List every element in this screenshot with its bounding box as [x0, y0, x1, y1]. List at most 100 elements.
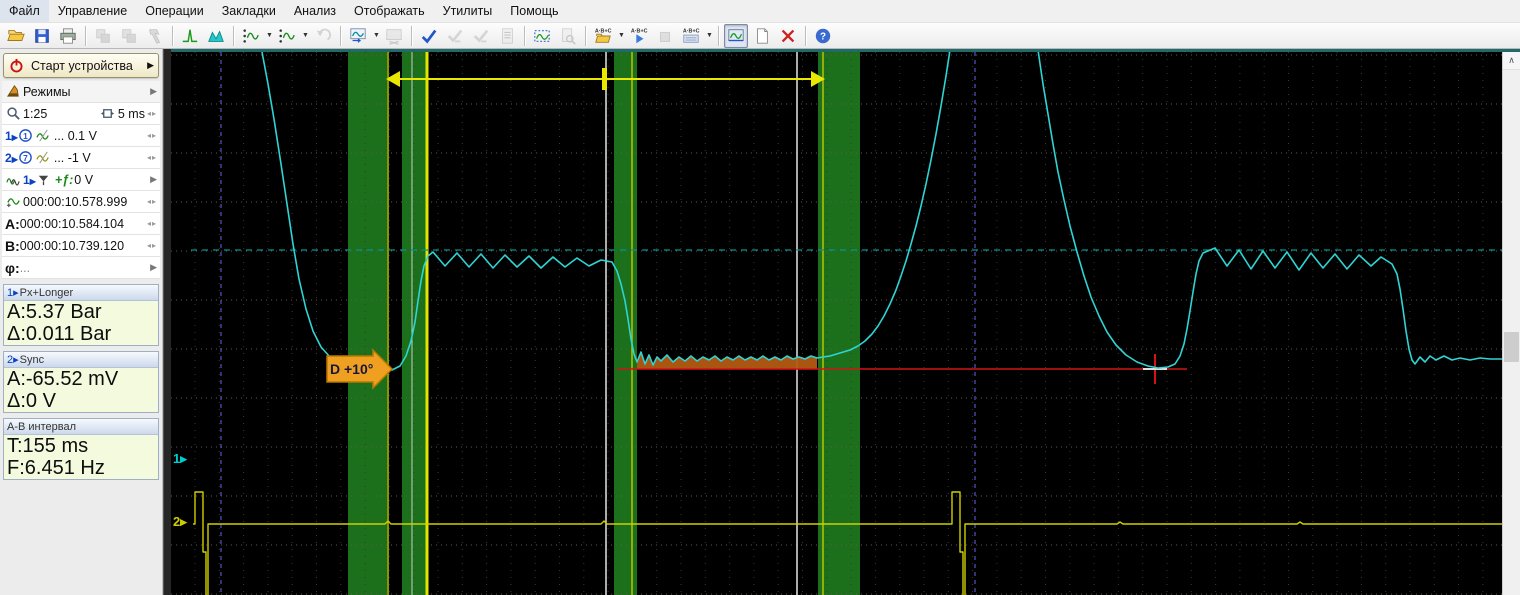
wave-compare-icon-dropdown[interactable]: ▼: [301, 32, 310, 39]
menu-help[interactable]: Помощь: [501, 0, 567, 22]
panel1-value-a: A:5.37 Bar: [7, 301, 102, 323]
phase-row[interactable]: φ: ... ▶: [2, 257, 160, 279]
modes-row[interactable]: Режимы ▶: [2, 81, 160, 103]
toolbar-separator: [85, 25, 86, 46]
measure-panel-pressure: 1▸ Px+Longer A:5.37 Bar Δ:0.011 Bar: [3, 284, 159, 346]
impulse-icon[interactable]: [178, 24, 202, 48]
cursor-b-row[interactable]: B: 000:00:10.739.120 ◂▸: [2, 235, 160, 257]
toolbar-separator: [411, 25, 412, 46]
record-time-row[interactable]: 000:00:10.578.999 ◂▸: [2, 191, 160, 213]
measure-panel-interval: A-B интервал T:155 ms F:6.451 Hz: [3, 418, 159, 480]
apply-icon[interactable]: [417, 24, 441, 48]
start-device-button[interactable]: Старт устройства ▶: [3, 53, 159, 78]
measure-panel-interval-header[interactable]: A-B интервал: [4, 419, 158, 435]
modes-icon: [5, 84, 21, 100]
scale-row[interactable]: 1:25 5 ms ◂▸: [2, 103, 160, 125]
pressure-trace: [1037, 52, 1502, 369]
panel2-value-a: A:-65.52 mV: [7, 368, 119, 390]
toolbar-separator: [585, 25, 586, 46]
svg-text:A·B+C: A·B+C: [631, 28, 648, 34]
phase-value: ...: [19, 260, 31, 275]
record-time-value[interactable]: 000:00:10.578.999: [23, 195, 127, 209]
inspect-icon[interactable]: [556, 24, 580, 48]
trigger-level-prefix: +ƒ:: [54, 172, 74, 187]
report-icon[interactable]: [495, 24, 519, 48]
chart-swap-icon[interactable]: [346, 24, 370, 48]
menu-control[interactable]: Управление: [49, 0, 137, 22]
menu-utilities[interactable]: Утилиты: [434, 0, 502, 22]
delete-icon[interactable]: [776, 24, 800, 48]
copy-frame-icon[interactable]: [91, 24, 115, 48]
toolbar-separator: [718, 25, 719, 46]
channel2-range-value[interactable]: ... -1 V: [54, 151, 91, 165]
channel2-number: 2▶: [5, 150, 18, 165]
toolbar-separator: [340, 25, 341, 46]
trigger-level-value[interactable]: 0 V: [74, 173, 93, 187]
start-device-label: Старт устройства: [31, 58, 133, 73]
menu-display[interactable]: Отображать: [345, 0, 434, 22]
cursor-b-stepper[interactable]: ◂▸: [147, 241, 157, 250]
menu-operations[interactable]: Операции: [136, 0, 212, 22]
wave-compare-icon[interactable]: [275, 24, 299, 48]
undo-icon[interactable]: [311, 24, 335, 48]
panel2-title: Sync: [19, 353, 45, 366]
menu-analysis[interactable]: Анализ: [285, 0, 345, 22]
open-icon[interactable]: [4, 24, 28, 48]
scroll-up-icon[interactable]: ∧: [1503, 52, 1520, 70]
show-chart-icon[interactable]: [724, 23, 748, 48]
cursor-a-stepper[interactable]: ◂▸: [147, 219, 157, 228]
record-time-stepper[interactable]: ◂▸: [147, 197, 157, 206]
select-range-icon[interactable]: [530, 24, 554, 48]
channel2-row[interactable]: 2▶ 7 ... -1 V ◂▸: [2, 147, 160, 169]
channel1-stepper[interactable]: ◂▸: [147, 131, 157, 140]
scope-plot[interactable]: D +10° 1▸ 2▸: [171, 52, 1502, 595]
zone-band-1: [348, 52, 387, 595]
menu-bookmarks[interactable]: Закладки: [213, 0, 285, 22]
save-icon[interactable]: [30, 24, 54, 48]
channel2-zero-marker[interactable]: 2▸: [173, 514, 188, 529]
zoom-icon: [5, 106, 21, 122]
scroll-thumb[interactable]: [1504, 332, 1519, 362]
run-script-icon[interactable]: A·B+C: [627, 24, 651, 48]
script-list-icon-dropdown[interactable]: ▼: [705, 32, 714, 39]
svg-text:?: ?: [820, 31, 826, 42]
script-list-icon[interactable]: A·B+C: [679, 24, 703, 48]
channel2-stepper[interactable]: ◂▸: [147, 153, 157, 162]
channel1-badge-icon: 1: [18, 128, 34, 144]
apply-all-icon[interactable]: [469, 24, 493, 48]
toolbar-separator: [233, 25, 234, 46]
wave-options-icon[interactable]: [239, 24, 263, 48]
channel2-coupling-icon: [36, 150, 52, 166]
chart-close-icon[interactable]: [382, 24, 406, 48]
wave-options-icon-dropdown[interactable]: ▼: [265, 32, 274, 39]
workspace: Старт устройства ▶ Режимы ▶ 1:25 5 ms ◂▸…: [0, 49, 1520, 595]
cursor-a-row[interactable]: A: 000:00:10.584.104 ◂▸: [2, 213, 160, 235]
apply-next-icon[interactable]: [443, 24, 467, 48]
load-script-icon-dropdown[interactable]: ▼: [617, 32, 626, 39]
stop-script-icon[interactable]: [653, 24, 677, 48]
zoom-ratio-value[interactable]: 1:25: [23, 107, 47, 121]
paste-frame-icon[interactable]: [117, 24, 141, 48]
load-script-icon[interactable]: A·B+C: [591, 24, 615, 48]
measure-panel-sync-header[interactable]: 2▸ Sync: [4, 352, 158, 368]
menu-file[interactable]: Файл: [0, 0, 49, 22]
timebase-stepper[interactable]: ◂▸: [147, 109, 157, 118]
timebase-value[interactable]: 5 ms: [118, 107, 145, 121]
cursor-b-value[interactable]: 000:00:10.739.120: [20, 239, 124, 253]
measure-panel-pressure-header[interactable]: 1▸ Px+Longer: [4, 285, 158, 301]
cursor-a-value[interactable]: 000:00:10.584.104: [20, 217, 124, 231]
help-icon[interactable]: ?: [811, 24, 835, 48]
sidebar: Старт устройства ▶ Режимы ▶ 1:25 5 ms ◂▸…: [0, 49, 163, 595]
tools-icon[interactable]: [143, 24, 167, 48]
cursor-a-label: A:: [5, 215, 20, 232]
chart-swap-icon-dropdown[interactable]: ▼: [372, 32, 381, 39]
print-icon[interactable]: [56, 24, 80, 48]
expand-wave-icon[interactable]: [204, 24, 228, 48]
channel1-range-value[interactable]: ... 0.1 V: [54, 129, 97, 143]
channel1-row[interactable]: 1▶ 1 ... 0.1 V ◂▸: [2, 125, 160, 147]
vertical-scrollbar[interactable]: ∧: [1502, 52, 1520, 595]
svg-text:1: 1: [24, 131, 29, 141]
new-report-icon[interactable]: [750, 24, 774, 48]
channel1-zero-marker[interactable]: 1▸: [173, 451, 188, 466]
trigger-row[interactable]: 1▶ +ƒ: 0 V ▶: [2, 169, 160, 191]
